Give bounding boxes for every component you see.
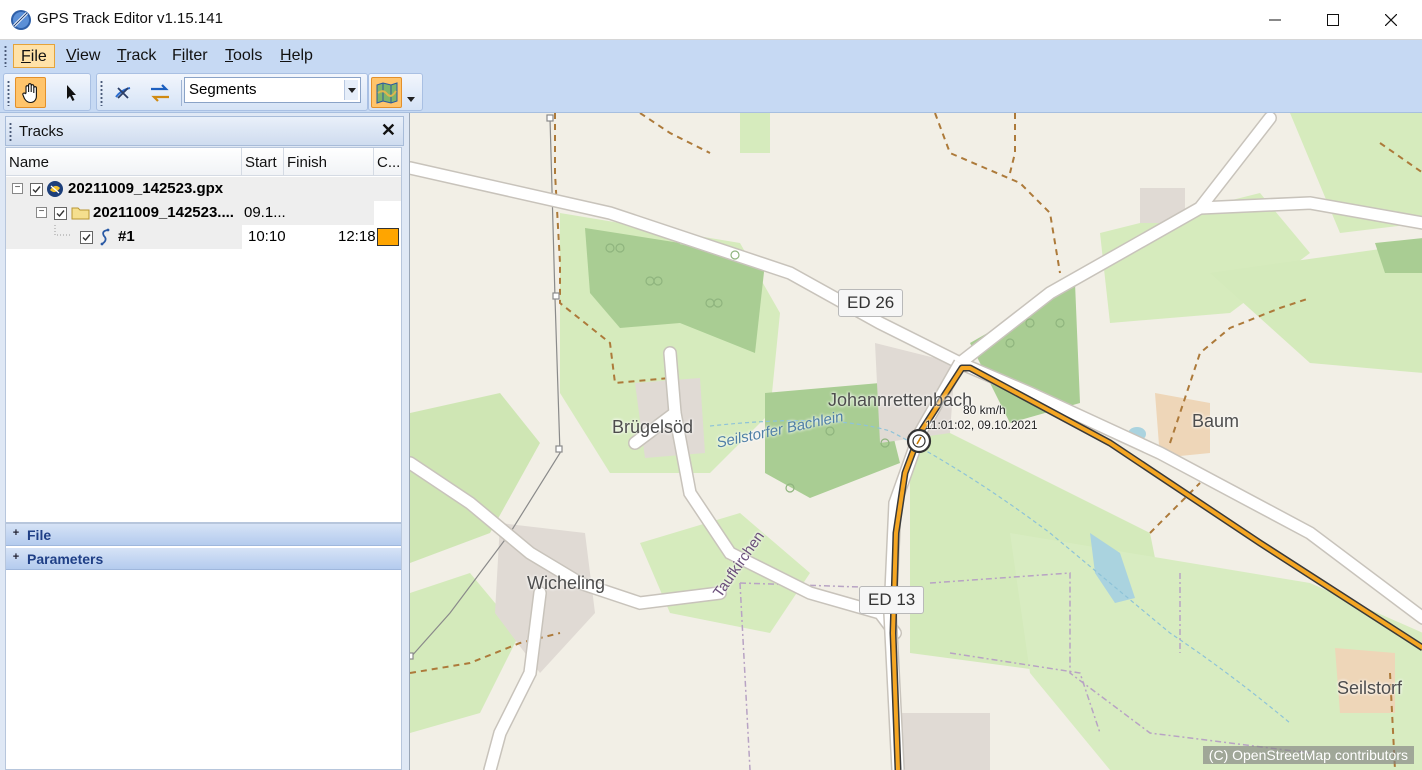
file-name: 20211009_142523.gpx [68,180,224,197]
column-header-start[interactable]: Start [242,148,284,176]
segment-start: 10:10 [248,228,286,245]
minimize-icon [1269,19,1281,21]
map-icon [376,81,397,104]
tracks-tree[interactable]: Name Start Finish C... − 20211009_142523… [5,147,402,523]
menu-track[interactable]: Track [110,44,163,68]
tree-connector [54,225,72,236]
column-header-name[interactable]: Name [6,148,242,176]
collapse-toggle[interactable]: − [36,207,47,218]
panel-grip[interactable] [9,122,12,142]
place-label-baum: Baum [1192,411,1240,431]
chevron-down-icon [407,97,415,102]
info-sections: + File + Parameters [5,523,402,770]
close-icon [1385,14,1397,26]
expand-icon: + [12,551,20,563]
pointer-arrow-icon [66,84,76,101]
menu-bar: File View Track Filter Tools Help [0,40,1422,71]
toolbar-separator [181,80,182,106]
segment-name: #1 [118,228,135,245]
minimize-button[interactable] [1246,0,1304,40]
place-label-johannrettenbach: Johannrettenbach [828,390,973,410]
segment-checkbox[interactable] [80,231,93,244]
tree-row-track[interactable]: − 20211009_142523.... 09.1... [6,201,401,225]
window-title: GPS Track Editor v1.15.141 [37,10,223,27]
toolbar-group-navigation [3,73,91,111]
map-attribution[interactable]: (C) OpenStreetMap contributors [1202,746,1414,764]
segment-icon [100,228,110,246]
map-dropdown-arrow[interactable] [407,89,415,106]
section-parameters-header[interactable]: + Parameters [6,548,401,570]
remove-points-button[interactable] [107,77,138,108]
menu-help[interactable]: Help [273,44,320,68]
collapse-toggle[interactable]: − [12,183,23,194]
close-window-button[interactable] [1362,0,1420,40]
road-label-ed13: ED 13 [859,586,925,614]
place-label-bruegelsoed: Brügelsöd [612,417,694,437]
segment-finish: 12:18 [338,228,376,245]
tracks-panel-header: Tracks ✕ [5,116,404,146]
tree-row-file[interactable]: − 20211009_142523.gpx [6,177,401,201]
column-header-color[interactable]: C... [374,148,401,176]
marker-timestamp: 11:01:02, 09.10.2021 [925,418,1038,432]
toolbar: Segments [0,71,1422,113]
menu-tools[interactable]: Tools [218,44,269,68]
tree-row-segment[interactable]: #1 10:10 12:18 [6,225,401,249]
toolbar-group-map [368,73,423,111]
section-file-label: File [27,527,52,543]
hand-tool-button[interactable] [15,77,46,108]
menu-view[interactable]: View [59,44,107,68]
map-canvas [410,113,1422,770]
chevron-down-icon[interactable] [344,80,358,100]
close-panel-icon[interactable]: ✕ [381,120,396,141]
marker-speed: 80 km/h [963,403,1006,417]
meadow-area [740,113,770,153]
track-start: 09.1... [244,204,286,221]
maximize-button[interactable] [1304,0,1362,40]
tracks-panel-title: Tracks [19,123,64,140]
menu-file[interactable]: File [13,44,55,68]
expand-icon: + [12,527,20,539]
segment-mode-select[interactable]: Segments [184,77,361,103]
column-header-finish[interactable]: Finish [284,148,374,176]
section-file-header[interactable]: + File [6,524,401,546]
hand-pan-icon [21,82,37,103]
menu-filter[interactable]: Filter [165,44,215,68]
gps-track-editor-window: GPS Track Editor v1.15.141 File View Tra… [0,0,1422,770]
remove-points-icon [114,86,130,99]
residential-area [900,713,990,770]
app-logo-icon [11,10,31,30]
maximize-icon [1327,14,1339,26]
place-label-seilstorf: Seilstorf [1337,678,1403,698]
section-parameters-label: Parameters [27,551,104,567]
swap-button[interactable] [144,77,175,108]
segment-color-swatch[interactable] [377,228,399,246]
swap-arrows-icon [150,83,169,102]
track-checkbox[interactable] [54,207,67,220]
menu-grip[interactable] [4,45,7,67]
toolbar-grip-2[interactable] [100,80,103,106]
title-bar: GPS Track Editor v1.15.141 [0,0,1422,40]
toolbar-grip[interactable] [7,80,10,106]
folder-icon [71,207,90,220]
gpx-file-icon [47,181,63,197]
place-label-wicheling: Wicheling [527,573,606,593]
track-name: 20211009_142523.... [93,204,234,221]
segment-mode-value: Segments [189,81,257,98]
pointer-tool-button[interactable] [55,77,86,108]
map-view[interactable]: ED 26 ED 13 Johannrettenbach Brügelsöd B… [409,113,1422,770]
left-panel: Tracks ✕ Name Start Finish C... − 202110… [0,113,409,770]
road-label-ed26: ED 26 [838,289,904,317]
file-checkbox[interactable] [30,183,43,196]
map-view-button[interactable] [371,77,402,108]
